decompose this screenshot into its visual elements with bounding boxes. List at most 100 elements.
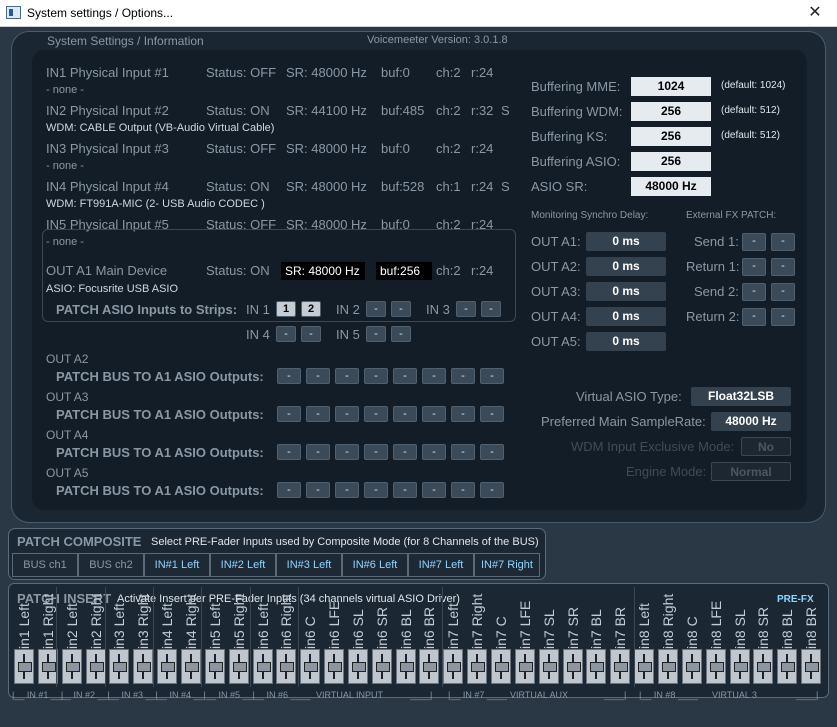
monitoring-value[interactable]: 0 ms xyxy=(586,307,666,326)
bus-patch-slot[interactable]: - xyxy=(480,368,504,384)
monitoring-value[interactable]: 0 ms xyxy=(586,257,666,276)
monitoring-value[interactable]: 0 ms xyxy=(586,332,666,351)
bus-patch-slot[interactable]: - xyxy=(451,368,475,384)
bus-patch-slot[interactable]: - xyxy=(422,406,446,422)
bus-patch-slot[interactable]: - xyxy=(393,444,417,460)
external-fx-slot-1[interactable]: - xyxy=(742,283,766,301)
insert-toggle[interactable] xyxy=(801,649,822,684)
composite-button[interactable]: BUS ch2 xyxy=(78,553,144,577)
insert-toggle[interactable] xyxy=(37,649,58,684)
bus-patch-slot[interactable]: - xyxy=(451,406,475,422)
insert-toggle[interactable] xyxy=(538,649,559,684)
composite-button[interactable]: IN#6 Left xyxy=(342,553,408,577)
external-fx-slot-1[interactable]: - xyxy=(742,308,766,326)
wdm-exclusive-value[interactable]: No xyxy=(741,437,791,456)
bus-patch-slot[interactable]: - xyxy=(422,368,446,384)
buffering-value[interactable]: 256 xyxy=(631,127,711,146)
insert-toggle[interactable] xyxy=(657,649,678,684)
external-fx-slot-2[interactable]: - xyxy=(771,233,795,251)
external-fx-slot-1[interactable]: - xyxy=(742,258,766,276)
insert-toggle[interactable] xyxy=(634,649,655,684)
insert-toggle[interactable] xyxy=(133,649,154,684)
patch-in5-ch1[interactable]: - xyxy=(366,326,386,342)
bus-patch-slot[interactable]: - xyxy=(364,444,388,460)
bus-patch-slot[interactable]: - xyxy=(480,406,504,422)
bus-patch-slot[interactable]: - xyxy=(335,482,359,498)
bus-patch-slot[interactable]: - xyxy=(306,482,330,498)
virtual-asio-type-value[interactable]: Float32LSB xyxy=(691,387,791,406)
external-fx-slot-1[interactable]: - xyxy=(742,233,766,251)
patch-in5-ch2[interactable]: - xyxy=(391,326,411,342)
composite-button[interactable]: IN#1 Left xyxy=(144,553,210,577)
bus-patch-slot[interactable]: - xyxy=(422,444,446,460)
insert-toggle[interactable] xyxy=(371,649,392,684)
close-button[interactable]: ✕ xyxy=(800,3,830,23)
insert-toggle[interactable] xyxy=(252,649,273,684)
preferred-sr-value[interactable]: 48000 Hz xyxy=(711,412,791,431)
patch-in4-ch1[interactable]: - xyxy=(276,326,296,342)
bus-patch-slot[interactable]: - xyxy=(306,444,330,460)
bus-patch-slot[interactable]: - xyxy=(393,406,417,422)
insert-toggle[interactable] xyxy=(204,649,225,684)
composite-button[interactable]: IN#3 Left xyxy=(276,553,342,577)
bus-patch-slot[interactable]: - xyxy=(364,482,388,498)
buffering-value[interactable]: 1024 xyxy=(631,77,711,96)
composite-button[interactable]: IN#7 Left xyxy=(408,553,474,577)
insert-toggle[interactable] xyxy=(300,649,321,684)
bus-patch-slot[interactable]: - xyxy=(277,368,301,384)
external-fx-slot-2[interactable]: - xyxy=(771,258,795,276)
insert-toggle[interactable] xyxy=(347,649,368,684)
external-fx-slot-2[interactable]: - xyxy=(771,283,795,301)
insert-toggle[interactable] xyxy=(180,649,201,684)
bus-patch-slot[interactable]: - xyxy=(422,482,446,498)
insert-toggle[interactable] xyxy=(276,649,297,684)
bus-patch-slot[interactable]: - xyxy=(480,482,504,498)
insert-toggle[interactable] xyxy=(443,649,464,684)
bus-patch-slot[interactable]: - xyxy=(306,406,330,422)
insert-toggle[interactable] xyxy=(491,649,511,684)
bus-patch-slot[interactable]: - xyxy=(277,406,301,422)
patch-in1-ch2[interactable]: 2 xyxy=(301,301,321,317)
bus-patch-slot[interactable]: - xyxy=(335,406,359,422)
bus-patch-slot[interactable]: - xyxy=(364,406,388,422)
patch-in2-ch1[interactable]: - xyxy=(366,301,386,317)
insert-toggle[interactable] xyxy=(228,649,249,684)
insert-toggle[interactable] xyxy=(324,649,345,684)
patch-in4-ch2[interactable]: - xyxy=(301,326,321,342)
bus-patch-slot[interactable]: - xyxy=(277,444,301,460)
insert-toggle[interactable] xyxy=(681,649,702,684)
bus-patch-slot[interactable]: - xyxy=(277,482,301,498)
insert-toggle[interactable] xyxy=(562,649,583,684)
insert-toggle[interactable] xyxy=(85,649,106,684)
buffering-value[interactable]: 256 xyxy=(631,152,711,171)
patch-in1-ch1[interactable]: 1 xyxy=(276,301,296,317)
composite-button[interactable]: IN#7 Right xyxy=(474,553,540,577)
patch-in2-ch2[interactable]: - xyxy=(391,301,411,317)
insert-toggle[interactable] xyxy=(467,649,488,684)
insert-toggle[interactable] xyxy=(419,649,440,684)
monitoring-value[interactable]: 0 ms xyxy=(586,282,666,301)
engine-mode-value[interactable]: Normal xyxy=(711,462,791,481)
patch-in3-ch1[interactable]: - xyxy=(456,301,476,317)
insert-toggle[interactable] xyxy=(586,649,607,684)
bus-patch-slot[interactable]: - xyxy=(393,368,417,384)
composite-button[interactable]: BUS ch1 xyxy=(12,553,78,577)
insert-toggle[interactable] xyxy=(157,649,178,684)
insert-toggle[interactable] xyxy=(14,649,34,684)
insert-toggle[interactable] xyxy=(514,649,535,684)
insert-toggle[interactable] xyxy=(61,649,82,684)
bus-patch-slot[interactable]: - xyxy=(480,444,504,460)
bus-patch-slot[interactable]: - xyxy=(451,444,475,460)
external-fx-slot-2[interactable]: - xyxy=(771,308,795,326)
bus-patch-slot[interactable]: - xyxy=(393,482,417,498)
bus-patch-slot[interactable]: - xyxy=(335,368,359,384)
insert-toggle[interactable] xyxy=(729,649,750,684)
bus-patch-slot[interactable]: - xyxy=(364,368,388,384)
insert-toggle[interactable] xyxy=(777,649,798,684)
insert-toggle[interactable] xyxy=(610,649,631,684)
bus-patch-slot[interactable]: - xyxy=(306,368,330,384)
buffering-value[interactable]: 256 xyxy=(631,102,711,121)
insert-toggle[interactable] xyxy=(109,649,130,684)
bus-patch-slot[interactable]: - xyxy=(335,444,359,460)
insert-toggle[interactable] xyxy=(395,649,416,684)
